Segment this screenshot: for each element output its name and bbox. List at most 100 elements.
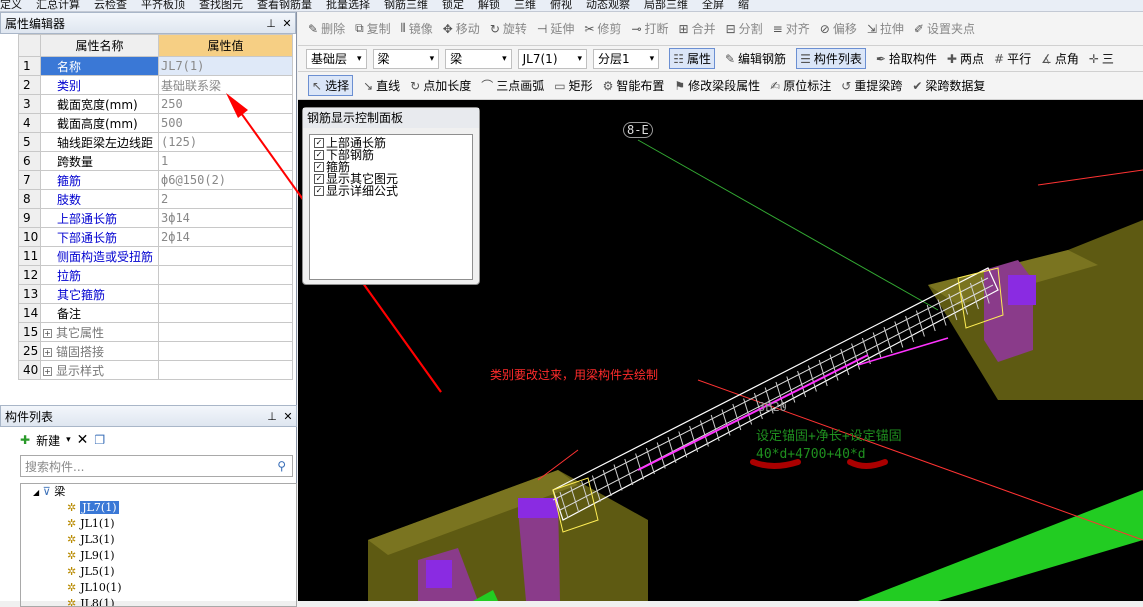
search-placeholder: 搜索构件... xyxy=(25,459,85,474)
tree-item[interactable]: ✲ JL8(1) xyxy=(33,596,296,607)
pin-icon[interactable]: ⊥ xyxy=(264,410,280,423)
dropdown-arrow-icon: ▾ xyxy=(649,53,655,64)
tool-label: 三 xyxy=(1101,52,1114,66)
component-list-title: 构件列表 xyxy=(5,409,54,424)
tool-icon: ⚙ xyxy=(602,78,614,93)
tree-item-label: JL1(1) xyxy=(80,517,115,530)
checkbox-checked-icon[interactable]: ✓ xyxy=(314,150,324,160)
tree-item-label: JL9(1) xyxy=(80,549,115,562)
tree-item[interactable]: ✲ JL1(1) xyxy=(33,516,296,532)
formula-line-1: 设定锚固+净长+设定锚固 xyxy=(756,429,902,444)
draw-tool-button[interactable]: ▭ 矩形 xyxy=(554,77,592,94)
checkbox-checked-icon[interactable]: ✓ xyxy=(314,162,324,172)
tree-root[interactable]: ◢ ⊽ 梁 xyxy=(33,484,296,500)
edit-tool-button[interactable]: ✂ 修剪 xyxy=(584,20,621,37)
tool-icon: ✒ xyxy=(875,51,886,66)
tool-icon: ⚑ xyxy=(674,78,686,93)
green-slab xyxy=(858,490,1143,601)
tool-icon: ⊘ xyxy=(819,21,830,36)
menu-item[interactable]: 全屏 xyxy=(702,0,724,11)
rebar-display-panel: 钢筋显示控制面板 ✓ 上部通长筋 ✓ 下部钢筋 ✓ 箍筋 ✓ 显示其它图元 ✓ 显示详细公式 xyxy=(302,107,480,285)
collapse-icon[interactable]: ◢ xyxy=(33,488,39,497)
tool-label: 平行 xyxy=(1007,52,1032,66)
tree-item[interactable]: ✲ JL3(1) xyxy=(33,532,296,548)
filter-icon: ⊽ xyxy=(42,485,51,498)
component-tool-button[interactable]: ✎ 编辑钢筋 xyxy=(725,48,786,69)
draw-tool-button[interactable]: ✔ 梁跨数据复 xyxy=(912,77,985,94)
component-tool-button[interactable]: ✚ 两点 xyxy=(947,48,984,69)
component-tool-button[interactable]: ☰ 构件列表 xyxy=(796,48,866,69)
stirrup xyxy=(872,332,882,359)
stirrup xyxy=(645,447,655,475)
tool-label: 构件列表 xyxy=(813,52,862,66)
tool-icon: ✎ xyxy=(724,51,736,66)
edit-tool-button[interactable]: ⊞ 合并 xyxy=(679,20,716,37)
tool-icon: ↺ xyxy=(841,78,852,93)
menu-item[interactable]: 缩 xyxy=(738,0,749,11)
search-input[interactable]: 搜索构件... ⚲ xyxy=(20,455,293,477)
tree-item[interactable]: ✲ JL7(1) xyxy=(33,500,296,516)
edit-tool-button[interactable]: ⊸ 打断 xyxy=(631,20,668,37)
rebar-option[interactable]: ✓ 显示详细公式 xyxy=(314,185,472,197)
dropdown-arrow-icon[interactable]: ▾ xyxy=(66,435,71,445)
draw-tool-button[interactable]: ⚑ 修改梁段属性 xyxy=(674,77,760,94)
checkbox-checked-icon[interactable]: ✓ xyxy=(314,186,324,196)
stirrup xyxy=(602,469,612,497)
draw-tool-button[interactable]: ↺ 重提梁跨 xyxy=(841,77,902,94)
layer-value: 分层1 xyxy=(598,52,630,66)
gear-icon: ✲ xyxy=(67,597,77,607)
edit-tool-button[interactable]: ⊣ 延伸 xyxy=(537,20,574,37)
draw-tool-button[interactable]: ⌒ 三点画弧 xyxy=(481,77,544,94)
element-select[interactable]: JL7(1) ▾ xyxy=(517,48,588,69)
tool-icon: ✚ xyxy=(946,51,957,66)
gear-icon: ✲ xyxy=(67,501,77,514)
menu-item[interactable]: 解锁 xyxy=(478,0,500,11)
layer-select[interactable]: 分层1 ▾ xyxy=(593,48,660,69)
new-button[interactable]: 新建 xyxy=(36,432,60,449)
close-icon[interactable]: ✕ xyxy=(280,410,296,423)
tree-item[interactable]: ✲ JL9(1) xyxy=(33,548,296,564)
tool-label: 设置夹点 xyxy=(926,22,975,36)
draw-tool-button[interactable]: ⚙ 智能布置 xyxy=(603,77,665,94)
tree-item[interactable]: ✲ JL10(1) xyxy=(33,580,296,596)
checkbox-checked-icon[interactable]: ✓ xyxy=(314,174,324,184)
edit-tool-button[interactable]: ✐ 设置夹点 xyxy=(914,20,975,37)
tree-item-label: JL8(1) xyxy=(80,597,115,607)
tool-label: 打断 xyxy=(644,22,669,36)
component-tool-button[interactable]: ☷ 属性 xyxy=(669,48,715,69)
menu-item[interactable]: 俯视 xyxy=(550,0,572,11)
stirrup xyxy=(613,464,623,491)
edit-tool-button[interactable]: ⊘ 偏移 xyxy=(820,20,857,37)
component-list-title-bar: 构件列表 ⊥ ✕ xyxy=(0,405,297,427)
edit-tool-button[interactable]: ⊟ 分割 xyxy=(726,20,763,37)
component-tool-button[interactable]: ✛ 三 xyxy=(1089,48,1114,69)
tree-item[interactable]: ✲ JL5(1) xyxy=(33,564,296,580)
copy-icon[interactable]: ❐ xyxy=(94,433,105,447)
component-tool-button[interactable]: ✒ 拾取构件 xyxy=(876,48,937,69)
dropdown-arrow-icon: ▾ xyxy=(577,53,583,64)
menu-item[interactable]: 局部三维 xyxy=(644,0,688,11)
tool-label: 拉伸 xyxy=(879,22,904,36)
gear-icon: ✲ xyxy=(67,549,77,562)
component-tool-button[interactable]: # 平行 xyxy=(994,48,1031,69)
delete-icon[interactable]: ✕ xyxy=(77,432,89,448)
rebar-line-2 xyxy=(559,284,994,511)
menu-item[interactable]: 动态观察 xyxy=(586,0,630,11)
edit-tool-button[interactable]: ↻ 旋转 xyxy=(490,20,527,37)
menu-item[interactable]: 三维 xyxy=(514,0,536,11)
tool-icon: ≡ xyxy=(772,21,783,36)
tree-item-label: JL3(1) xyxy=(80,533,115,546)
column-cap-right xyxy=(1008,275,1036,305)
edit-tool-button[interactable]: ≡ 对齐 xyxy=(773,20,810,37)
draw-tool-button[interactable]: ✍ 原位标注 xyxy=(770,77,831,94)
tree-item-label: JL10(1) xyxy=(80,581,122,594)
rebar-label: 3B20 xyxy=(758,400,787,414)
edit-tool-button[interactable]: ⇲ 拉伸 xyxy=(867,20,904,37)
tool-icon: ⇲ xyxy=(866,21,877,36)
gear-icon: ✲ xyxy=(67,581,77,594)
tool-label: 智能布置 xyxy=(616,79,665,93)
component-tool-button[interactable]: ∡ 点角 xyxy=(1041,48,1079,69)
underline-mark-1 xyxy=(750,459,801,469)
checkbox-checked-icon[interactable]: ✓ xyxy=(314,138,324,148)
search-icon[interactable]: ⚲ xyxy=(277,459,292,473)
